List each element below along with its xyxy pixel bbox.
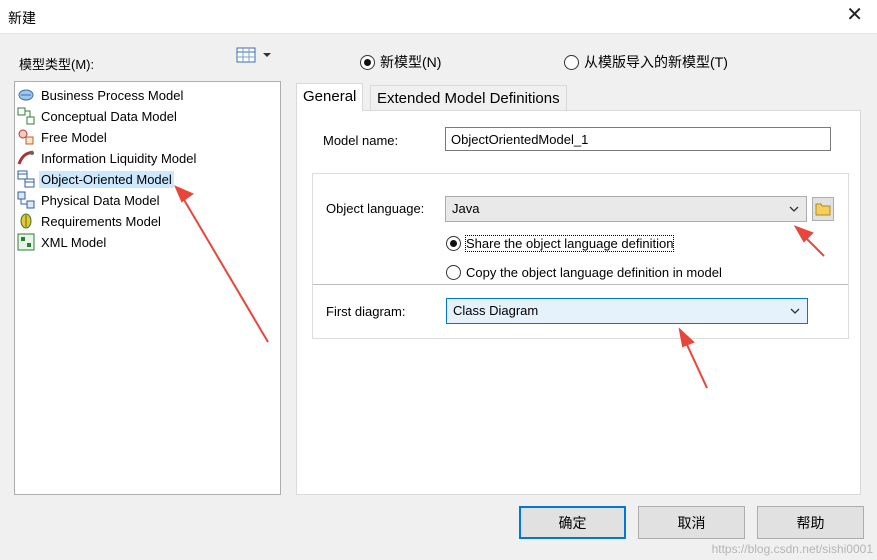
from-template-radio[interactable]: 从模版导入的新模型(T) bbox=[564, 52, 728, 72]
list-item-requirements[interactable]: Requirements Model bbox=[17, 211, 163, 231]
language-group: Object language: Java Share the object l… bbox=[312, 173, 849, 339]
xml-model-icon bbox=[17, 233, 35, 251]
model-name-input[interactable] bbox=[445, 127, 831, 151]
list-item-label: Physical Data Model bbox=[41, 192, 160, 208]
first-diagram-select[interactable]: Class Diagram bbox=[446, 298, 808, 324]
list-item-conceptual-data[interactable]: Conceptual Data Model bbox=[17, 106, 179, 126]
radio-indicator[interactable] bbox=[360, 54, 375, 70]
object-language-value: Java bbox=[452, 201, 480, 216]
general-panel: Model name: Object language: Java Share … bbox=[296, 110, 861, 495]
radio-indicator[interactable] bbox=[446, 265, 461, 280]
window-title: 新建 bbox=[8, 10, 36, 26]
model-name-label: Model name: bbox=[323, 133, 399, 148]
list-item-physical-data[interactable]: Physical Data Model bbox=[17, 190, 162, 210]
list-item-label: Conceptual Data Model bbox=[41, 108, 177, 124]
object-language-label: Object language: bbox=[326, 201, 425, 216]
list-item-free-model[interactable]: Free Model bbox=[17, 127, 109, 147]
list-item-label: Business Process Model bbox=[41, 87, 184, 103]
information-liquidity-icon bbox=[17, 150, 34, 165]
browse-language-button[interactable] bbox=[812, 197, 834, 221]
object-language-select[interactable]: Java bbox=[445, 196, 807, 222]
first-diagram-value: Class Diagram bbox=[453, 303, 539, 318]
radio-indicator[interactable] bbox=[446, 236, 461, 251]
cancel-button[interactable]: 取消 bbox=[638, 506, 745, 539]
conceptual-data-icon bbox=[17, 107, 35, 125]
list-item-label: Information Liquidity Model bbox=[41, 150, 197, 166]
free-model-icon bbox=[18, 129, 34, 145]
list-item-object-oriented[interactable]: Object-Oriented Model bbox=[17, 169, 174, 189]
help-button[interactable]: 帮助 bbox=[757, 506, 864, 539]
list-item-label: Requirements Model bbox=[41, 213, 161, 229]
list-item-label: Object-Oriented Model bbox=[39, 170, 174, 188]
copy-language-radio[interactable]: Copy the object language definition in m… bbox=[446, 265, 722, 280]
model-type-list[interactable]: Business Process Model Conceptual Data M… bbox=[14, 81, 281, 495]
share-language-radio[interactable]: Share the object language definition bbox=[446, 235, 675, 252]
first-diagram-label: First diagram: bbox=[326, 304, 406, 319]
close-icon[interactable]: ✕ bbox=[846, 5, 863, 25]
tab-extended-model-definitions[interactable]: Extended Model Definitions bbox=[370, 85, 567, 112]
business-process-icon bbox=[18, 89, 34, 101]
tab-general[interactable]: General bbox=[296, 83, 364, 111]
folder-icon bbox=[815, 203, 831, 216]
new-model-label: 新模型(N) bbox=[380, 54, 442, 70]
physical-data-icon bbox=[17, 191, 35, 209]
share-language-label: Share the object language definition bbox=[464, 235, 675, 252]
radio-indicator[interactable] bbox=[564, 54, 579, 70]
model-types-label: 模型类型(M): bbox=[19, 57, 95, 72]
list-item-xml-model[interactable]: XML Model bbox=[17, 232, 108, 252]
watermark: https://blog.csdn.net/sishi0001 bbox=[711, 542, 873, 556]
group-divider bbox=[313, 284, 848, 285]
list-view-icon bbox=[236, 47, 271, 63]
list-item-label: Free Model bbox=[41, 129, 107, 145]
view-mode-button[interactable] bbox=[236, 45, 276, 65]
copy-language-label: Copy the object language definition in m… bbox=[466, 265, 722, 280]
requirements-icon bbox=[20, 213, 32, 229]
list-item-business-process[interactable]: Business Process Model bbox=[17, 85, 185, 105]
new-model-radio[interactable]: 新模型(N) bbox=[360, 52, 441, 72]
list-item-label: XML Model bbox=[41, 234, 107, 250]
title-bar: 新建 ✕ bbox=[0, 0, 877, 34]
ok-button[interactable]: 确定 bbox=[519, 506, 626, 539]
from-template-label: 从模版导入的新模型(T) bbox=[584, 54, 728, 70]
chevron-down-icon bbox=[789, 206, 799, 212]
list-item-information-liquidity[interactable]: Information Liquidity Model bbox=[17, 148, 198, 168]
chevron-down-icon bbox=[790, 308, 800, 314]
object-oriented-icon bbox=[17, 170, 35, 188]
